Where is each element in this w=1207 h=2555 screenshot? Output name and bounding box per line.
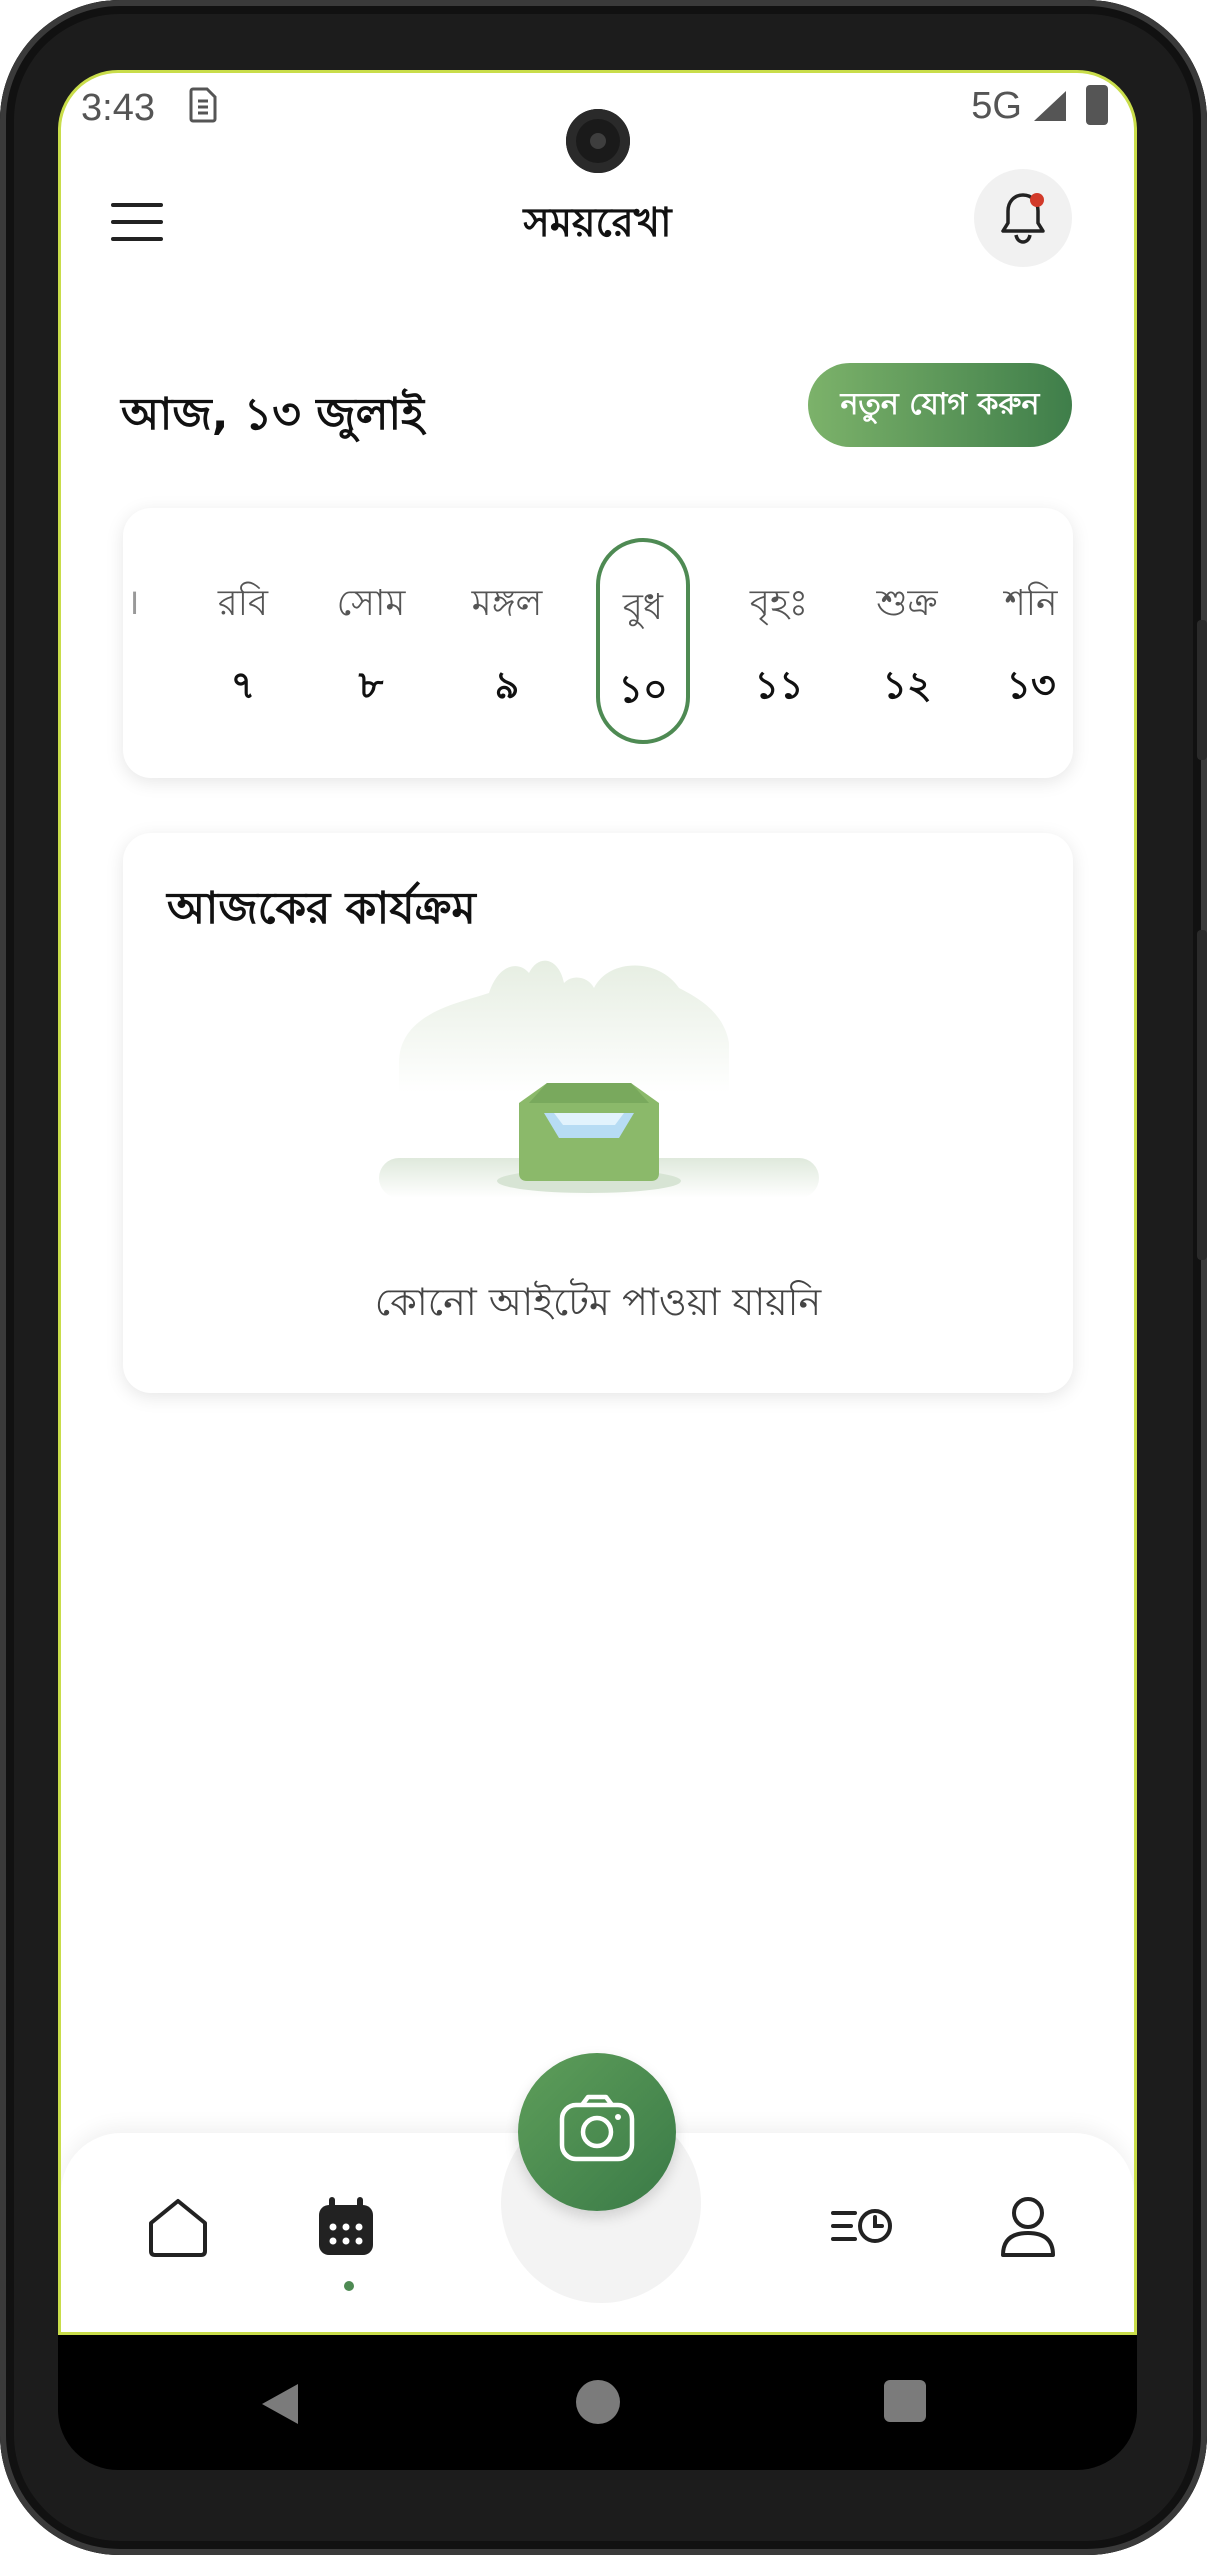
day-item[interactable]: বৃহঃ ১১: [729, 538, 829, 744]
schedule-list-icon: [831, 2209, 892, 2243]
home-icon: [149, 2199, 207, 2257]
power-button: [1197, 930, 1207, 1260]
empty-state-text: কোনো আইটেম পাওয়া যায়নি: [374, 1280, 822, 1324]
status-bar: 3:43 5G: [61, 73, 1134, 173]
app-header: সময়রেখা: [61, 163, 1134, 303]
day-partial: ।: [126, 582, 140, 623]
day-item[interactable]: মঙ্গল ৯: [457, 538, 557, 744]
network-type: 5G: [971, 85, 1022, 127]
recents-button[interactable]: [884, 2380, 926, 2422]
calendar-icon: [319, 2197, 373, 2255]
notification-button[interactable]: [974, 169, 1072, 267]
volume-button: [1197, 620, 1207, 760]
empty-inbox-icon: [379, 960, 819, 1198]
activities-title: আজকের কার্যক্রম: [167, 883, 476, 934]
day-item[interactable]: রবি ৭: [193, 538, 293, 744]
nav-home[interactable]: [143, 2193, 223, 2273]
app-title: সময়রেখা: [523, 200, 672, 246]
nav-calendar[interactable]: [311, 2193, 391, 2291]
status-time: 3:43: [81, 87, 155, 129]
signal-icon: [1034, 91, 1066, 121]
activities-card: আজকের কার্যক্রম কোনো আইটেম পাওয়া যায়নি: [123, 833, 1073, 1393]
home-button[interactable]: [576, 2380, 620, 2424]
camera-button[interactable]: [518, 2053, 676, 2211]
battery-icon: [1086, 85, 1108, 125]
add-new-button[interactable]: নতুন যোগ করুন: [808, 363, 1072, 447]
active-indicator: [344, 2281, 354, 2291]
today-date: আজ, ১৩ জুলাই: [121, 389, 424, 440]
day-item[interactable]: সোম ৮: [321, 538, 421, 744]
day-item-selected[interactable]: বুধ ১০: [596, 538, 690, 744]
back-icon[interactable]: [258, 2380, 302, 2428]
sim-card-icon: [189, 87, 217, 132]
nav-schedule[interactable]: [827, 2193, 907, 2273]
nav-profile[interactable]: [993, 2193, 1073, 2273]
bottom-navigation: [61, 2053, 1134, 2332]
app-screen: 3:43 5G সময়রেখা আজ, ১৩ জুলাই নতুন যোগ ক…: [58, 70, 1137, 2335]
date-row: আজ, ১৩ জুলাই নতুন যোগ করুন: [61, 363, 1134, 453]
day-item[interactable]: শুক্র ১২: [857, 538, 957, 744]
camera-icon: [559, 2094, 635, 2162]
week-strip-card: । রবি ৭ সোম ৮ মঙ্গল ৯ বুধ ১০ বৃহঃ ১১ শুক…: [123, 508, 1073, 778]
notification-badge: [1030, 193, 1044, 207]
system-navigation-bar: [58, 2335, 1137, 2470]
day-item[interactable]: শনি ১৩: [981, 538, 1073, 744]
profile-icon: [1001, 2197, 1055, 2257]
week-strip[interactable]: । রবি ৭ সোম ৮ মঙ্গল ৯ বুধ ১০ বৃহঃ ১১ শুক…: [123, 508, 1073, 778]
